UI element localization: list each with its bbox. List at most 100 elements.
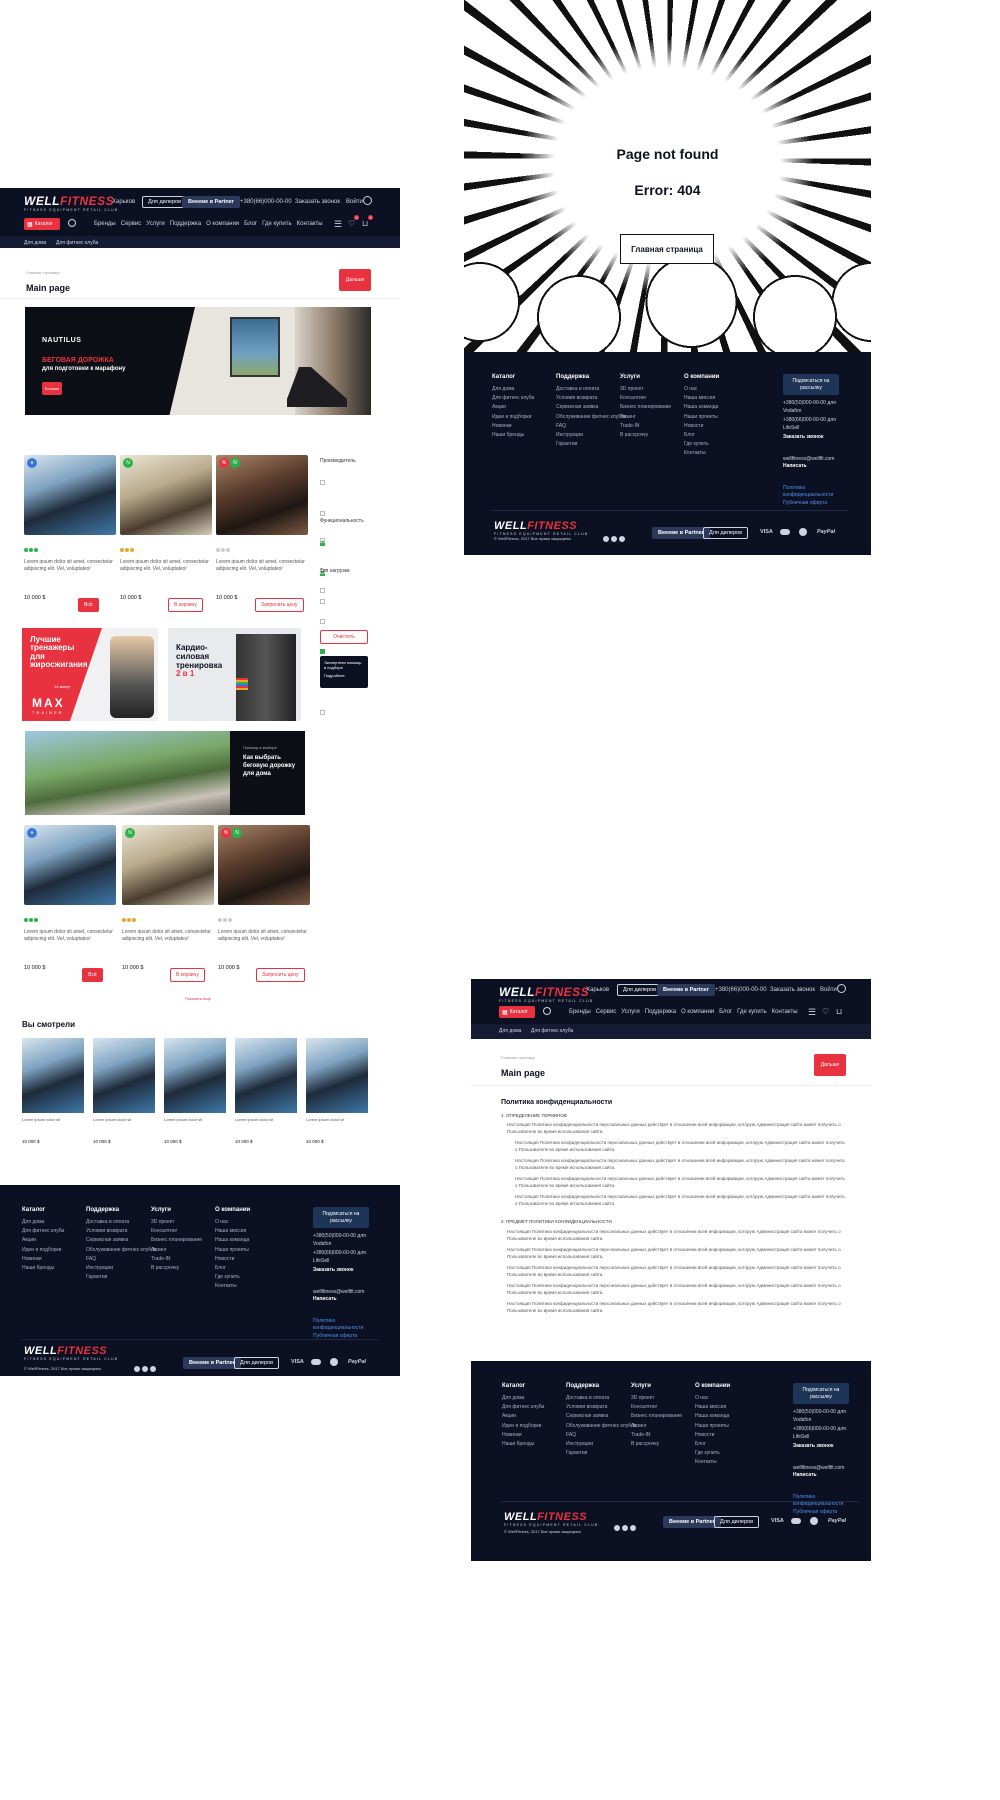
footer-link[interactable]: Для дома <box>22 1219 64 1225</box>
footer-link[interactable]: 3D проект <box>631 1395 682 1401</box>
request-price-button[interactable]: Запросить цену <box>256 968 305 982</box>
footer-write[interactable]: Написать <box>783 463 843 471</box>
viewed-item[interactable]: Lorem ipsum dolor sit 10 000 $ <box>22 1038 84 1144</box>
footer-link[interactable]: Наши проекты <box>684 414 719 420</box>
footer-link[interactable]: Для дома <box>502 1395 544 1401</box>
footer-phone[interactable]: +380(50)000-00-00 для Vodafon <box>793 1409 853 1424</box>
viewed-item[interactable]: Lorem ipsum dolor sit 10 000 $ <box>306 1038 368 1144</box>
promo-banner-cardio[interactable]: Кардио- силовая тренировка 2 в 1 <box>168 628 301 721</box>
partner-button[interactable]: Веееме в Partner <box>657 984 715 996</box>
footer-phone[interactable]: +380(66)000-00-00 для LifeSell <box>313 1250 373 1265</box>
footer-link[interactable]: Для фитнес клуба <box>22 1228 64 1234</box>
footer-link[interactable]: Наши проекты <box>695 1423 730 1429</box>
footer-link[interactable]: В рассрочку <box>631 1441 682 1447</box>
footer-link[interactable]: О нас <box>684 386 719 392</box>
footer-dealers-button[interactable]: Для дилеров <box>714 1516 760 1528</box>
product-card[interactable]: ♦ Lorem ipsum dolor sit amet, consectetu… <box>24 825 116 971</box>
footer-link[interactable]: Новинки <box>22 1256 64 1262</box>
footer-logo[interactable]: WELLFITNESS FITNESS EQUIPMENT RETAIL CLU… <box>504 1511 598 1527</box>
city-selector[interactable]: Харьков <box>112 199 135 205</box>
product-card[interactable]: ♦ Lorem ipsum dolor sit amet, consectetu… <box>24 455 116 601</box>
viewed-item[interactable]: Lorem ipsum dolor sit 10 000 $ <box>93 1038 155 1144</box>
footer-link[interactable]: Где купить <box>215 1274 250 1280</box>
footer-email[interactable]: wellfitness@wellfit.com <box>783 456 843 464</box>
instagram-icon[interactable] <box>134 1366 140 1372</box>
footer-link[interactable]: Обслуживание фитнес клубов <box>556 414 627 420</box>
footer-link[interactable]: Новинки <box>502 1432 544 1438</box>
nav-item[interactable]: Услуги <box>621 1009 639 1015</box>
footer-link[interactable]: Сервисная заявка <box>566 1413 637 1419</box>
footer-logo[interactable]: WELLFITNESS FITNESS EQUIPMENT RETAIL CLU… <box>494 520 588 536</box>
footer-dealers-button[interactable]: Для дилеров <box>234 1357 280 1369</box>
footer-link[interactable]: Для дома <box>492 386 534 392</box>
footer-email[interactable]: wellfitness@wellfit.com <box>313 1289 373 1297</box>
footer-phone[interactable]: +380(66)000-00-00 для LifeSell <box>783 417 843 432</box>
buy-button[interactable]: Всё <box>78 598 99 612</box>
expert-help-box[interactable]: Экспертная помощь в подборе Подробнее <box>320 656 368 688</box>
nav-item[interactable]: Блог <box>244 221 257 227</box>
footer-link[interactable]: Новости <box>684 423 719 429</box>
footer-write[interactable]: Написать <box>313 1296 373 1304</box>
footer-link[interactable]: Блог <box>684 432 719 438</box>
header-phone[interactable]: +380(66)000-00-00 <box>715 987 767 993</box>
footer-link[interactable]: Блог <box>215 1265 250 1271</box>
callback-link[interactable]: Заказать звонок <box>295 199 340 205</box>
breadcrumb[interactable]: Главная страница <box>501 1055 535 1061</box>
product-card[interactable]: % N Lorem ipsum dolor sit amet, consecte… <box>216 455 308 601</box>
footer-link[interactable]: Контакты <box>684 450 719 456</box>
login-link[interactable]: Войти <box>820 987 837 993</box>
footer-link[interactable]: Наши бренды <box>22 1265 64 1271</box>
footer-link[interactable]: В рассрочку <box>151 1265 202 1271</box>
footer-link[interactable]: Условия возврата <box>556 395 627 401</box>
telegram-icon[interactable] <box>619 536 625 542</box>
product-card[interactable]: N Lorem ipsum dolor sit amet, consectetu… <box>120 455 212 601</box>
footer-link[interactable]: Наша миссия <box>684 395 719 401</box>
footer-link[interactable]: 3D проект <box>151 1219 202 1225</box>
footer-link[interactable]: Наши проекты <box>215 1247 250 1253</box>
footer-link[interactable]: В рассрочку <box>620 432 671 438</box>
filter-checkbox[interactable] <box>320 649 325 655</box>
footer-dealers-button[interactable]: Для дилеров <box>703 527 749 539</box>
footer-link[interactable]: Блог <box>695 1441 730 1447</box>
nav-item[interactable]: Контакты <box>297 221 323 227</box>
catalog-button[interactable]: ▦ Каталог <box>24 218 60 230</box>
footer-link[interactable]: Условия возврата <box>86 1228 157 1234</box>
privacy-link[interactable]: Политика конфиденциальности <box>783 485 843 500</box>
footer-link[interactable]: Бизнес планирование <box>620 404 671 410</box>
add-to-cart-button[interactable]: В корзину <box>170 968 205 982</box>
footer-link[interactable]: Для фитнес клуба <box>502 1404 544 1410</box>
footer-link[interactable]: Новости <box>695 1432 730 1438</box>
footer-link[interactable]: Инструкции <box>566 1441 637 1447</box>
footer-link[interactable]: О нас <box>695 1395 730 1401</box>
product-card[interactable]: % N Lorem ipsum dolor sit amet, consecte… <box>218 825 310 971</box>
footer-link[interactable]: Сервисная заявка <box>556 404 627 410</box>
footer-link[interactable]: Обслуживание фитнес клубов <box>86 1247 157 1253</box>
footer-link[interactable]: Обслуживание фитнес клубов <box>566 1423 637 1429</box>
footer-phone[interactable]: +380(50)000-00-00 для Vodafon <box>313 1233 373 1248</box>
filter-checkbox[interactable] <box>320 618 325 624</box>
heart-icon[interactable]: ♡ <box>822 1007 829 1016</box>
footer-link[interactable]: Акции <box>22 1237 64 1243</box>
footer-link[interactable]: Наши бренды <box>492 432 534 438</box>
filter-checkbox[interactable] <box>320 588 325 594</box>
footer-link[interactable]: Для фитнес клуба <box>492 395 534 401</box>
home-button[interactable]: Главная страница <box>620 234 714 264</box>
nav-item[interactable]: О компании <box>206 221 239 227</box>
footer-write[interactable]: Написать <box>793 1472 853 1480</box>
footer-link[interactable]: Бизнес планирование <box>151 1237 202 1243</box>
nav-item[interactable]: Сервис <box>596 1009 617 1015</box>
footer-link[interactable]: Доставка и оплата <box>556 386 627 392</box>
footer-link[interactable]: Акции <box>492 404 534 410</box>
facebook-icon[interactable] <box>622 1525 628 1531</box>
facebook-icon[interactable] <box>611 536 617 542</box>
user-icon[interactable] <box>837 984 846 993</box>
subnav-item[interactable]: Для дома <box>24 240 46 246</box>
footer-link[interactable]: Сервисная заявка <box>86 1237 157 1243</box>
footer-link[interactable]: Консалтинг <box>631 1404 682 1410</box>
nav-item[interactable]: Бренды <box>569 1009 591 1015</box>
footer-link[interactable]: FAQ <box>86 1256 157 1262</box>
hero-banner[interactable]: NAUTILUS БЕГОВАЯ ДОРОЖКА для подготовки … <box>25 307 371 415</box>
footer-link[interactable]: Доставка и оплата <box>86 1219 157 1225</box>
offer-link[interactable]: Публичная оферта <box>793 1509 853 1517</box>
footer-link[interactable]: Лизинг <box>631 1423 682 1429</box>
